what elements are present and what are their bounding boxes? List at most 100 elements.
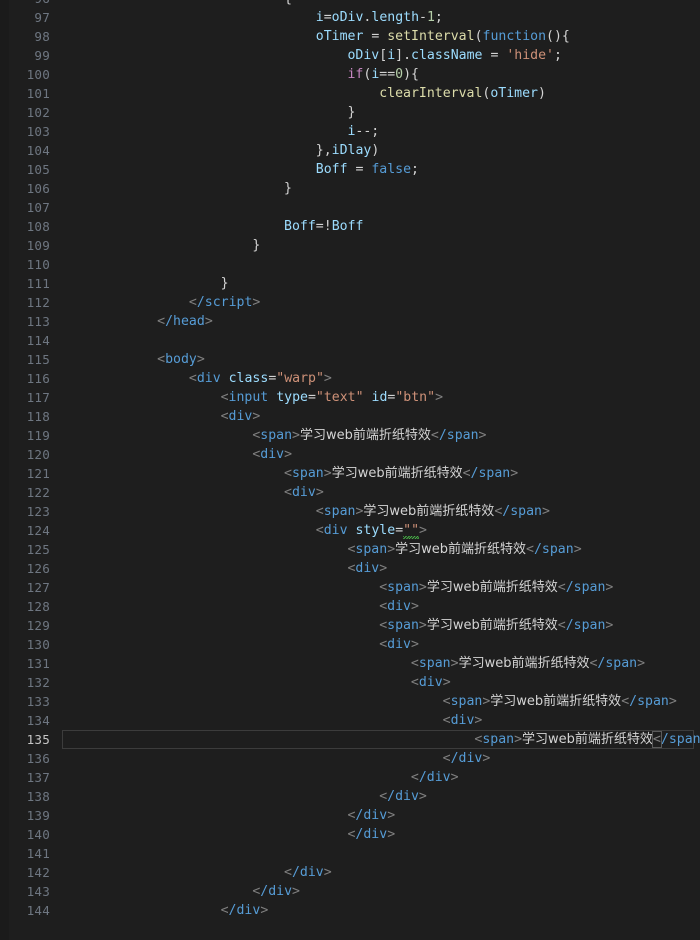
code-line[interactable]: 106} bbox=[0, 179, 700, 198]
code-token-tag: /span bbox=[660, 732, 700, 747]
code-token-tag: /div bbox=[355, 808, 388, 823]
code-line[interactable]: 101 clearInterval(oTimer) bbox=[0, 84, 700, 103]
code-line[interactable]: 139 </div> bbox=[0, 806, 700, 825]
line-number: 140 bbox=[26, 827, 50, 842]
code-token-han: 学习web前端折纸特效 bbox=[458, 656, 590, 671]
code-line-content: <span>学习web前端折纸特效</span> bbox=[316, 502, 550, 521]
code-line[interactable]: 129 <span>学习web前端折纸特效</span> bbox=[0, 616, 700, 635]
code-line[interactable]: 120 <div> bbox=[0, 445, 700, 464]
code-token-plain: } bbox=[220, 276, 229, 291]
code-token-han: 学习web前端折纸特效 bbox=[331, 466, 463, 481]
code-line[interactable]: 126 <div> bbox=[0, 559, 700, 578]
code-line[interactable]: 128 <div> bbox=[0, 597, 700, 616]
code-line[interactable]: 134 <div> bbox=[0, 711, 700, 730]
code-line[interactable]: 98 oTimer = setInterval(function(){ bbox=[0, 27, 700, 46]
code-line[interactable]: 105 Boff = false; bbox=[0, 160, 700, 179]
code-token-tag: div bbox=[323, 523, 348, 538]
code-line[interactable]: 137 </div> bbox=[0, 768, 700, 787]
code-token-punct: > bbox=[605, 580, 614, 595]
code-editor[interactable]: 96 {97 i=oDiv.length-1; 98 oTimer = setInter… bbox=[0, 0, 700, 940]
line-number: 97 bbox=[34, 10, 50, 25]
code-line[interactable]: 127 <span>学习web前端折纸特效</span> bbox=[0, 578, 700, 597]
code-line-content: </div> bbox=[221, 901, 269, 920]
code-line-content: <span>学习web前端折纸特效</span> bbox=[252, 426, 486, 445]
code-line[interactable]: 119 <span>学习web前端折纸特效</span> bbox=[0, 426, 700, 445]
code-token-punct: < bbox=[188, 371, 197, 386]
code-line[interactable]: 109} bbox=[0, 236, 700, 255]
code-token-punct: < bbox=[379, 580, 388, 595]
code-line[interactable]: 121 <span>学习web前端折纸特效</span> bbox=[0, 464, 700, 483]
code-line-content: } bbox=[284, 179, 292, 198]
code-token-tag: div bbox=[418, 675, 443, 690]
code-token-punct: < bbox=[284, 485, 292, 500]
code-token-punct: < bbox=[410, 770, 419, 785]
code-token-punct: < bbox=[379, 599, 388, 614]
code-line[interactable]: 144 </div> bbox=[0, 901, 700, 920]
line-number: 128 bbox=[26, 599, 50, 614]
code-line[interactable]: 143 </div> bbox=[0, 882, 700, 901]
code-line[interactable]: 113 </head> bbox=[0, 312, 700, 331]
code-line[interactable]: 115 <body> bbox=[0, 350, 700, 369]
code-line[interactable]: 111} bbox=[0, 274, 700, 293]
code-line[interactable]: 133 <span>学习web前端折纸特效</span> bbox=[0, 692, 700, 711]
code-line[interactable]: 112 </script> bbox=[0, 293, 700, 312]
code-token-fn: clearInterval bbox=[379, 86, 483, 101]
code-token-tag: /div bbox=[291, 865, 324, 880]
code-line[interactable]: 116 <div class="warp"> bbox=[0, 369, 700, 388]
code-line[interactable]: 96 { bbox=[0, 0, 700, 8]
code-line[interactable]: 124 <div style=""> bbox=[0, 521, 700, 540]
code-token-var: oTimer bbox=[490, 86, 538, 101]
code-token-punct: > bbox=[387, 542, 396, 557]
code-line[interactable]: 117 <input type="text" id="btn"> bbox=[0, 388, 700, 407]
code-token-punct: > bbox=[323, 865, 332, 880]
code-line[interactable]: 114 bbox=[0, 331, 700, 350]
line-number: 96 bbox=[0, 0, 50, 8]
code-line[interactable]: 122 <div> bbox=[0, 483, 700, 502]
line-number: 114 bbox=[26, 333, 50, 348]
code-line-content: <span>学习web前端折纸特效</span> bbox=[474, 730, 700, 749]
code-line[interactable]: 118 <div> bbox=[0, 407, 700, 426]
line-number: 98 bbox=[34, 29, 50, 44]
code-token-han: 学习web前端折纸特效 bbox=[522, 732, 653, 747]
code-line[interactable]: 108 Boff=!Boff bbox=[0, 217, 700, 236]
code-line[interactable]: 125 <span>学习web前端折纸特效</span> bbox=[0, 540, 700, 559]
code-line[interactable]: 138 </div> bbox=[0, 787, 700, 806]
code-line[interactable]: 103 i--; bbox=[0, 122, 700, 141]
code-token-tag: /div bbox=[260, 884, 293, 899]
code-token-punct: > bbox=[541, 504, 550, 519]
line-number: 124 bbox=[26, 523, 50, 538]
code-line[interactable]: 130 <div> bbox=[0, 635, 700, 654]
code-line[interactable]: 135<span>学习web前端折纸特效</span> bbox=[0, 730, 700, 749]
code-line-content: <div> bbox=[411, 673, 451, 692]
code-line[interactable]: 123 <span>学习web前端折纸特效</span> bbox=[0, 502, 700, 521]
code-line[interactable]: 100 if(i==0){ bbox=[0, 65, 700, 84]
code-line[interactable]: 97 i=oDiv.length-1; bbox=[0, 8, 700, 27]
code-token-var: oTimer bbox=[315, 29, 364, 44]
code-line[interactable]: 141 bbox=[0, 844, 700, 863]
code-line-content: <body> bbox=[157, 350, 205, 369]
code-token-punct: > bbox=[204, 314, 213, 329]
code-token-punct: > bbox=[252, 409, 261, 424]
code-line[interactable]: 104},iDlay) bbox=[0, 141, 700, 160]
code-token-plain: { bbox=[284, 0, 292, 6]
code-line[interactable]: 110 bbox=[0, 255, 700, 274]
code-line[interactable]: 142 </div> bbox=[0, 863, 700, 882]
code-token-tag: /div bbox=[387, 789, 419, 804]
code-line[interactable]: 102} bbox=[0, 103, 700, 122]
code-line[interactable]: 140 </div> bbox=[0, 825, 700, 844]
code-line[interactable]: 131 <span>学习web前端折纸特效</span> bbox=[0, 654, 700, 673]
code-line[interactable]: 136 </div> bbox=[0, 749, 700, 768]
code-line[interactable]: 99 oDiv[i].className = 'hide'; bbox=[0, 46, 700, 65]
code-token-punct: > bbox=[510, 466, 519, 481]
code-token-var: Boff bbox=[315, 162, 348, 177]
code-line[interactable]: 132 <div> bbox=[0, 673, 700, 692]
code-line[interactable]: 107 bbox=[0, 198, 700, 217]
code-token-plain: ) bbox=[538, 86, 546, 101]
code-token-han: 学习web前端折纸特效 bbox=[363, 504, 495, 519]
code-token-num: 1 bbox=[426, 10, 435, 25]
line-number: 105 bbox=[26, 162, 50, 177]
code-token-punct: > bbox=[315, 485, 324, 500]
code-token-var: Boff bbox=[284, 219, 316, 234]
code-token-kw: function bbox=[482, 29, 547, 44]
code-token-punct: > bbox=[387, 827, 396, 842]
